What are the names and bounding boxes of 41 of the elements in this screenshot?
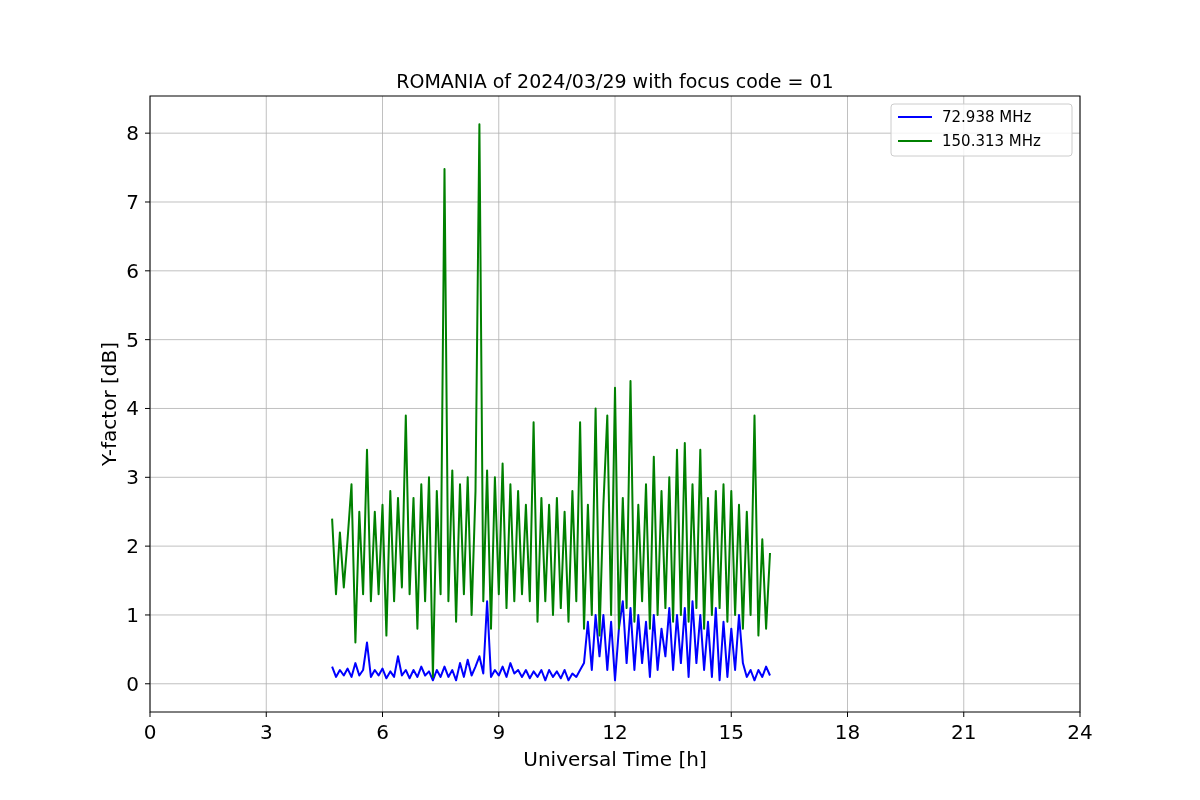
tick-label: 21: [951, 720, 977, 744]
tick-mark: [144, 683, 151, 685]
chart-title: ROMANIA of 2024/03/29 with focus code = 01: [396, 70, 834, 92]
tick-label: 4: [126, 396, 139, 421]
tick-label: 1: [126, 602, 139, 627]
tick-mark: [382, 711, 383, 718]
tick-mark: [614, 711, 616, 718]
axis-label: Y-factor [dB]: [97, 342, 121, 466]
tick-mark: [498, 711, 500, 718]
tick-label: 18: [834, 720, 861, 744]
tick-label: 2: [126, 534, 139, 559]
tick-label: 6: [376, 720, 389, 744]
tick-label: 12: [602, 720, 628, 744]
tick-label: 0: [143, 720, 157, 744]
legend-label: 150.313 MHz: [942, 132, 1041, 150]
tick-mark: [963, 711, 965, 718]
tick-mark: [144, 270, 151, 272]
tick-mark: [730, 711, 732, 718]
tick-label: 9: [492, 720, 506, 744]
legend-label: 72.938 MHz: [942, 108, 1032, 126]
tick-label: 8: [126, 121, 139, 146]
tick-mark: [144, 614, 151, 616]
tick-mark: [144, 407, 151, 409]
tick-mark: [144, 476, 151, 478]
tick-label: 5: [126, 327, 139, 352]
tick-mark: [1079, 711, 1081, 718]
tick-mark: [144, 201, 151, 203]
tick-mark: [144, 545, 151, 547]
tick-label: 24: [1067, 720, 1093, 744]
tick-label: 0: [126, 671, 139, 696]
tick-mark: [265, 711, 267, 718]
tick-mark: [144, 339, 151, 341]
tick-label: 6: [126, 258, 139, 283]
tick-mark: [144, 132, 151, 134]
tick-label: 15: [718, 720, 744, 744]
tick-label: 3: [126, 465, 139, 490]
tick-label: 3: [259, 720, 273, 744]
tick-label: 7: [126, 190, 139, 214]
axis-label: Universal Time [h]: [523, 747, 707, 771]
tick-mark: [847, 711, 848, 718]
tick-mark: [149, 711, 151, 718]
